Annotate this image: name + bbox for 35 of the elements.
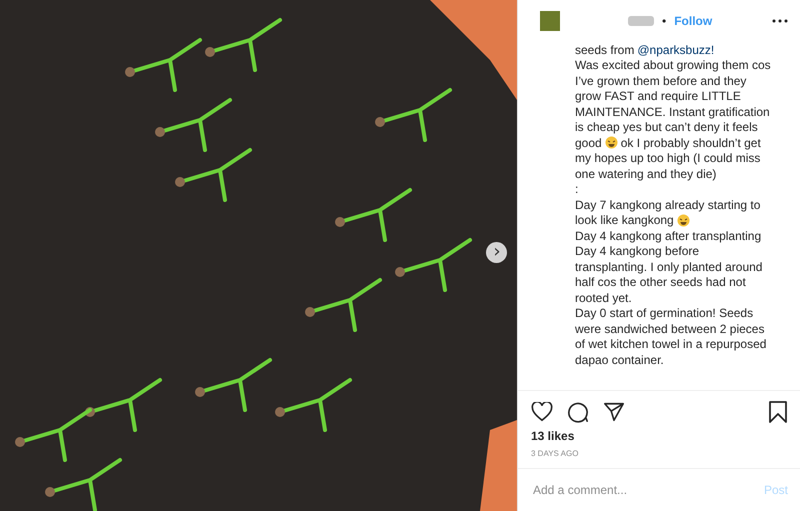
more-icon[interactable] bbox=[772, 19, 788, 23]
caption-text: seeds from bbox=[575, 42, 634, 57]
comment-icon[interactable] bbox=[567, 401, 589, 423]
caption-text: one watering and they die) bbox=[575, 166, 716, 181]
caption-text: MAINTENANCE. Instant gratification bbox=[575, 104, 770, 119]
caption-text: were sandwiched between 2 pieces bbox=[575, 322, 764, 336]
caption-text: Day 4 kangkong before bbox=[575, 244, 700, 258]
caption-text: : bbox=[575, 182, 578, 196]
caption-text: Day 4 kangkong after transplanting bbox=[575, 228, 762, 243]
caption-text: half cos the other seeds had not bbox=[575, 275, 746, 290]
caption-text: of wet kitchen towel in a repurposed bbox=[575, 337, 766, 352]
likes-count[interactable]: 13 likes bbox=[518, 427, 800, 445]
bookmark-icon[interactable] bbox=[768, 401, 788, 423]
caption-text: good bbox=[575, 136, 602, 150]
caption-text: rooted yet. bbox=[575, 290, 632, 305]
caption-text: I’ve grown them before and they bbox=[575, 74, 746, 88]
laughing-face-icon bbox=[604, 136, 618, 150]
mention-link[interactable]: @nparksbuzz! bbox=[637, 42, 714, 57]
post-time: 3 DAYS AGO bbox=[530, 448, 580, 460]
caption-text: is cheap yes but can’t deny it feels bbox=[575, 120, 758, 134]
blurred-username bbox=[628, 16, 654, 26]
next-button[interactable]: › bbox=[486, 242, 507, 263]
caption-text: my hopes up too high (I could miss bbox=[575, 151, 760, 166]
caption-text: grow FAST and require LITTLE bbox=[575, 89, 741, 104]
caption-text: look like kangkong bbox=[575, 213, 674, 228]
laughing-face-icon bbox=[676, 214, 690, 227]
caption-text: Day 7 kangkong already starting to bbox=[575, 198, 760, 212]
caption-text: dapao container. bbox=[575, 352, 664, 367]
caption-text: Day 0 start of germination! Seeds bbox=[575, 306, 754, 320]
heart-icon[interactable] bbox=[531, 402, 553, 422]
separator-dot: • bbox=[662, 14, 666, 28]
caption-text: Was excited about growing them cos bbox=[575, 58, 771, 72]
send-icon[interactable] bbox=[603, 401, 625, 423]
caption-text: transplanting. I only planted around bbox=[575, 260, 762, 274]
caption-text: ok I probably shouldn’t get bbox=[620, 136, 761, 150]
